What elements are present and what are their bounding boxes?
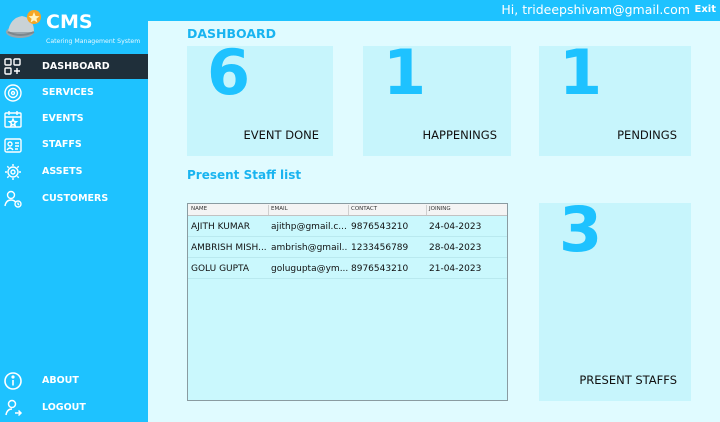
sidebar-item-about[interactable]: ABOUT bbox=[0, 368, 148, 393]
exit-button[interactable]: Exit bbox=[695, 4, 717, 15]
chef-logo-icon bbox=[6, 10, 41, 38]
staff-table[interactable]: NAME EMAIL CONTACT JOINING AJITH KUMAR a… bbox=[187, 203, 508, 401]
stat-value: 3 bbox=[559, 193, 603, 266]
stat-value: 1 bbox=[383, 36, 427, 109]
stat-label: HAPPENINGS bbox=[422, 128, 497, 142]
calendar-icon bbox=[4, 110, 22, 128]
cell-email: ajithp@gmail.c... bbox=[271, 222, 347, 232]
column-divider[interactable] bbox=[426, 205, 427, 215]
sidebar-item-logout[interactable]: LOGOUT bbox=[0, 395, 148, 420]
logout-icon bbox=[5, 399, 23, 416]
column-header-joining[interactable]: JOINING bbox=[429, 206, 451, 212]
sidebar-item-label: CUSTOMERS bbox=[42, 193, 109, 204]
stat-label: PENDINGS bbox=[617, 128, 677, 142]
sidebar-item-services[interactable]: SERVICES bbox=[0, 80, 148, 105]
cell-name: AMBRISH MISH... bbox=[191, 243, 267, 253]
table-row[interactable]: AMBRISH MISH... ambrish@gmail... 1233456… bbox=[188, 238, 507, 258]
stat-card-event-done: 6 EVENT DONE bbox=[187, 42, 333, 156]
sidebar-item-label: LOGOUT bbox=[42, 402, 86, 413]
cell-email: golugupta@ym... bbox=[271, 264, 348, 274]
cell-contact: 8976543210 bbox=[351, 264, 409, 274]
staff-list-title: Present Staff list bbox=[187, 168, 302, 182]
column-header-contact[interactable]: CONTACT bbox=[351, 206, 377, 212]
stat-card-happenings: 1 HAPPENINGS bbox=[363, 42, 511, 156]
table-row[interactable]: AJITH KUMAR ajithp@gmail.c... 9876543210… bbox=[188, 217, 507, 237]
info-icon bbox=[4, 371, 22, 390]
cell-email: ambrish@gmail... bbox=[271, 243, 348, 253]
cell-name: AJITH KUMAR bbox=[191, 222, 251, 232]
sidebar-item-label: ASSETS bbox=[42, 166, 83, 177]
dashboard-icon bbox=[4, 57, 21, 75]
cell-joining: 21-04-2023 bbox=[429, 264, 482, 274]
stat-label: EVENT DONE bbox=[243, 128, 319, 142]
stat-card-present-staffs: 3 PRESENT STAFFS bbox=[539, 199, 691, 401]
sidebar-item-dashboard[interactable]: DASHBOARD bbox=[0, 54, 148, 79]
column-divider[interactable] bbox=[268, 205, 269, 215]
user-greeting: Hi, trideepshivam@gmail.com bbox=[501, 2, 690, 17]
sidebar-item-label: SERVICES bbox=[42, 87, 94, 98]
cell-name: GOLU GUPTA bbox=[191, 264, 250, 274]
sidebar-item-staffs[interactable]: STAFFS bbox=[0, 132, 148, 157]
stat-value: 6 bbox=[207, 36, 251, 109]
cell-contact: 1233456789 bbox=[351, 243, 409, 253]
stat-value: 1 bbox=[559, 36, 603, 109]
column-divider[interactable] bbox=[348, 205, 349, 215]
table-header: NAME EMAIL CONTACT JOINING bbox=[188, 204, 507, 216]
sidebar-item-label: STAFFS bbox=[42, 139, 82, 150]
cell-joining: 24-04-2023 bbox=[429, 222, 482, 232]
sidebar-item-label: EVENTS bbox=[42, 113, 84, 124]
services-icon bbox=[4, 83, 22, 102]
sidebar-item-assets[interactable]: ASSETS bbox=[0, 159, 148, 184]
sidebar-item-events[interactable]: EVENTS bbox=[0, 106, 148, 131]
table-row[interactable]: GOLU GUPTA golugupta@ym... 8976543210 21… bbox=[188, 259, 507, 279]
customers-icon bbox=[4, 190, 22, 208]
staff-icon bbox=[4, 137, 22, 153]
cell-joining: 28-04-2023 bbox=[429, 243, 482, 253]
stat-label: PRESENT STAFFS bbox=[579, 373, 677, 387]
brand-title: CMS bbox=[46, 11, 93, 33]
assets-icon bbox=[5, 163, 21, 180]
column-header-name[interactable]: NAME bbox=[191, 206, 207, 212]
top-bar: Hi, trideepshivam@gmail.com Exit bbox=[148, 0, 720, 21]
brand-subtitle: Catering Management System bbox=[46, 38, 141, 45]
sidebar-item-customers[interactable]: CUSTOMERS bbox=[0, 186, 148, 211]
column-header-email[interactable]: EMAIL bbox=[271, 206, 288, 212]
stat-card-pendings: 1 PENDINGS bbox=[539, 42, 691, 156]
sidebar: CMS Catering Management System DASHBOARD… bbox=[0, 0, 148, 422]
sidebar-item-label: DASHBOARD bbox=[42, 61, 110, 72]
cell-contact: 9876543210 bbox=[351, 222, 409, 232]
sidebar-item-label: ABOUT bbox=[42, 375, 79, 386]
